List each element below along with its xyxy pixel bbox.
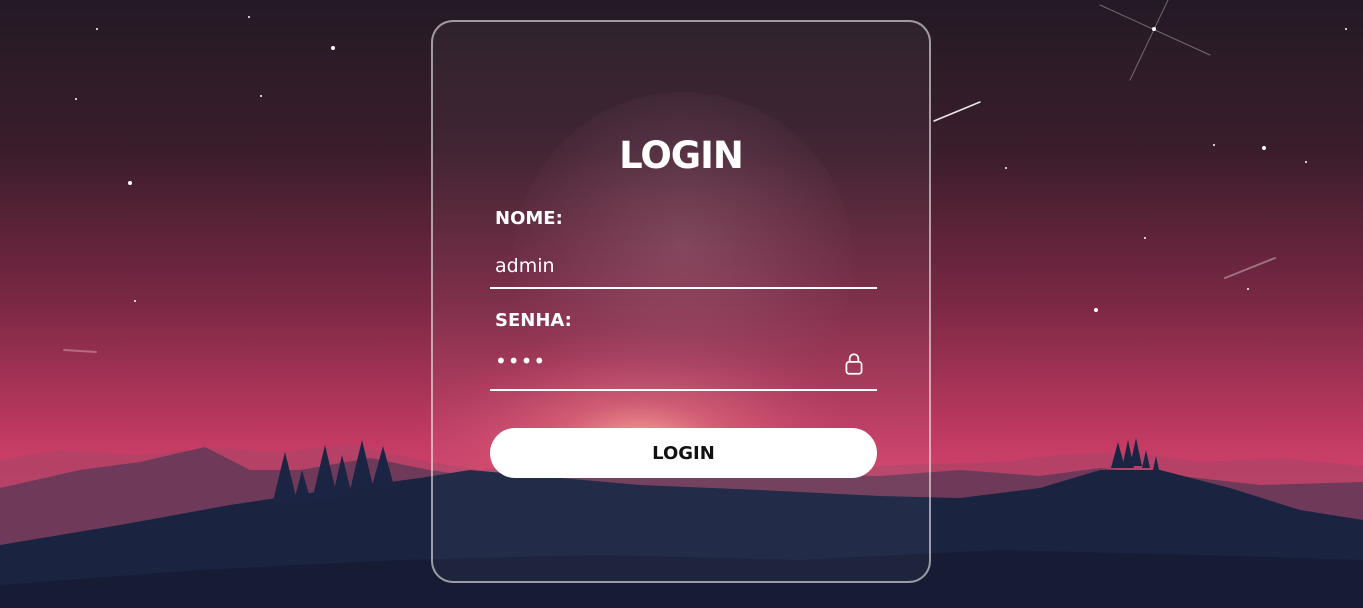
login-page: LOGIN NOME: SENHA: LOGIN (0, 0, 1363, 608)
username-input[interactable] (490, 245, 877, 289)
login-button[interactable]: LOGIN (490, 428, 877, 478)
password-input[interactable] (490, 347, 877, 391)
login-title: LOGIN (619, 134, 744, 177)
password-label: SENHA: (495, 310, 572, 331)
login-card: LOGIN NOME: SENHA: LOGIN (431, 20, 931, 583)
lock-icon (845, 353, 863, 375)
username-label: NOME: (495, 208, 563, 229)
